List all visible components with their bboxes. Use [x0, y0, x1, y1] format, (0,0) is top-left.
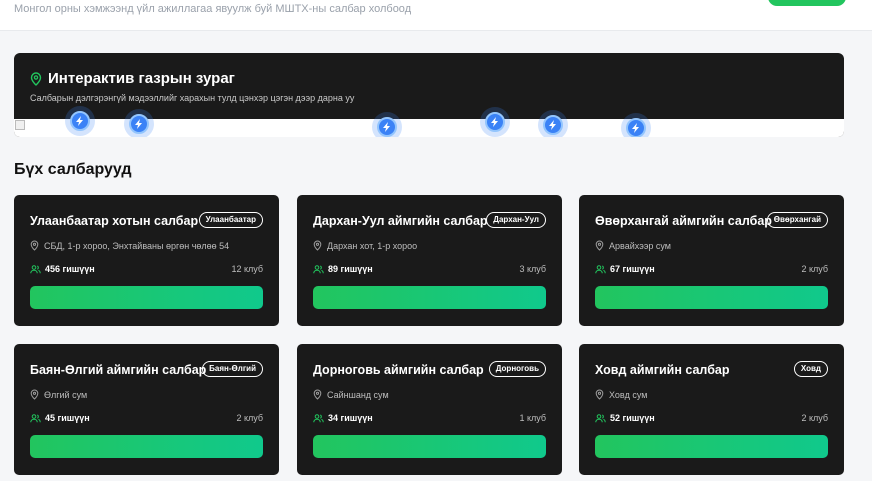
club-count: 2 клуб: [236, 413, 263, 423]
header-action-button[interactable]: [768, 0, 846, 6]
location-pin-icon: [30, 240, 39, 251]
branch-address: Өлгий сум: [44, 389, 88, 400]
branch-address: Сайншанд сум: [327, 389, 389, 400]
lightning-icon: [549, 120, 556, 130]
users-icon: [30, 413, 41, 423]
branch-card[interactable]: Дархан-Уул аймгийн салбар Дархан-Уул Дар…: [297, 195, 562, 326]
member-count: 34 гишүүн: [328, 413, 373, 423]
branch-region-badge: Дархан-Уул: [486, 212, 546, 228]
users-icon: [595, 413, 606, 423]
users-icon: [313, 413, 324, 423]
club-count: 2 клуб: [801, 413, 828, 423]
map-marker[interactable]: [372, 112, 402, 137]
map-marker[interactable]: [621, 113, 651, 137]
member-count: 67 гишүүн: [610, 264, 655, 274]
map-title-row: Интерактив газрын зураг: [30, 70, 235, 87]
users-icon: [595, 264, 606, 274]
location-pin-icon: [313, 389, 322, 400]
users-icon: [30, 264, 41, 274]
location-pin-icon: [595, 389, 604, 400]
page-subtitle: Монгол орны хэмжээнд үйл ажиллагаа явуул…: [14, 3, 412, 15]
club-count: 2 клуб: [801, 264, 828, 274]
map-marker[interactable]: [538, 110, 568, 137]
branch-name: Ховд аймгийн салбар: [595, 363, 730, 377]
branch-details-button[interactable]: [313, 435, 546, 458]
branch-address: Дархан хот, 1-р хороо: [327, 240, 418, 251]
broken-image-icon: [15, 120, 25, 130]
location-pin-icon: [595, 240, 604, 251]
lightning-icon: [383, 122, 390, 132]
branch-card[interactable]: Өвөрхангай аймгийн салбар Өвөрхангай Арв…: [579, 195, 844, 326]
member-count: 52 гишүүн: [610, 413, 655, 423]
branch-card[interactable]: Ховд аймгийн салбар Ховд Ховд сум 52 гиш…: [579, 344, 844, 475]
club-count: 1 клуб: [519, 413, 546, 423]
member-count: 45 гишүүн: [45, 413, 90, 423]
map-marker[interactable]: [124, 109, 154, 137]
branch-region-badge: Дорноговь: [488, 361, 546, 377]
map-card: Интерактив газрын зураг Салбарын дэлгэрэ…: [14, 53, 844, 137]
branches-section-title: Бүх салбарууд: [14, 161, 132, 178]
branch-name: Дорноговь аймгийн салбар: [313, 363, 484, 377]
map-subtitle: Салбарын дэлгэрэнгүй мэдээллийг харахын …: [30, 93, 355, 103]
branch-address: Ховд сум: [609, 389, 648, 400]
lightning-icon: [135, 119, 142, 129]
club-count: 12 клуб: [231, 264, 263, 274]
branch-details-button[interactable]: [30, 435, 263, 458]
branch-card[interactable]: Дорноговь аймгийн салбар Дорноговь Сайнш…: [297, 344, 562, 475]
branch-region-badge: Улаанбаатар: [198, 212, 263, 228]
location-pin-icon: [30, 389, 39, 400]
club-count: 3 клуб: [519, 264, 546, 274]
users-icon: [313, 264, 324, 274]
branch-details-button[interactable]: [595, 435, 828, 458]
branch-region-badge: Өвөрхангай: [766, 212, 828, 228]
branch-name: Өвөрхангай аймгийн салбар: [595, 214, 772, 228]
branch-name: Дархан-Уул аймгийн салбар: [313, 214, 488, 228]
map-marker[interactable]: [65, 106, 95, 136]
branch-details-button[interactable]: [595, 286, 828, 309]
branch-name: Баян-Өлгий аймгийн салбар: [30, 363, 207, 377]
lightning-icon: [76, 116, 83, 126]
branch-name: Улаанбаатар хотын салбар: [30, 214, 199, 228]
map-pin-icon: [30, 71, 42, 86]
branch-details-button[interactable]: [30, 286, 263, 309]
branch-region-badge: Баян-Өлгий: [202, 361, 263, 377]
member-count: 89 гишүүн: [328, 264, 373, 274]
lightning-icon: [632, 123, 639, 133]
member-count: 456 гишүүн: [45, 264, 95, 274]
map-marker[interactable]: [480, 107, 510, 137]
branch-address: СБД, 1-р хороо, Энхтайваны өргөн чөлөө 5…: [44, 240, 230, 251]
page-header: Монгол орны хэмжээнд үйл ажиллагаа явуул…: [0, 0, 872, 31]
branch-card[interactable]: Улаанбаатар хотын салбар Улаанбаатар СБД…: [14, 195, 279, 326]
lightning-icon: [491, 117, 498, 127]
location-pin-icon: [313, 240, 322, 251]
branch-address: Арвайхээр сум: [609, 240, 671, 251]
branch-card[interactable]: Баян-Өлгий аймгийн салбар Баян-Өлгий Өлг…: [14, 344, 279, 475]
map-title: Интерактив газрын зураг: [48, 70, 235, 87]
branch-region-badge: Ховд: [793, 361, 828, 377]
branch-details-button[interactable]: [313, 286, 546, 309]
